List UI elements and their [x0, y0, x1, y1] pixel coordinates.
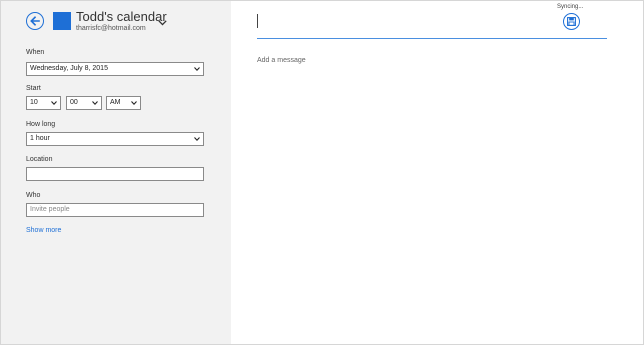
chevron-down-icon — [131, 101, 137, 105]
duration-select[interactable]: 1 hour — [26, 132, 204, 146]
chevron-down-icon — [92, 101, 98, 105]
sync-status: Syncing... — [557, 4, 584, 10]
back-arrow-icon — [30, 16, 40, 26]
calendar-name[interactable]: Todd's calendar — [76, 9, 167, 24]
start-ampm-value: AM — [110, 99, 121, 106]
start-label: Start — [26, 85, 41, 92]
location-input[interactable] — [26, 167, 204, 181]
show-more-link[interactable]: Show more — [26, 227, 61, 234]
title-underline — [257, 38, 607, 39]
save-button[interactable] — [563, 13, 580, 30]
chevron-down-icon — [194, 137, 200, 141]
start-minute-value: 00 — [70, 99, 78, 106]
when-date-select[interactable]: Wednesday, July 8, 2015 — [26, 62, 204, 76]
calendar-email: tharrisfc@hotmail.com — [76, 25, 146, 32]
invite-people-input[interactable]: Invite people — [26, 203, 204, 217]
how-long-label: How long — [26, 121, 56, 128]
calendar-chevron-down-icon[interactable] — [158, 13, 167, 31]
start-hour-select[interactable]: 10 — [26, 96, 61, 110]
chevron-down-icon — [194, 67, 200, 71]
location-label: Location — [26, 156, 53, 163]
calendar-color-swatch — [53, 12, 71, 30]
event-title-input[interactable] — [257, 14, 258, 28]
start-ampm-select[interactable]: AM — [106, 96, 141, 110]
chevron-down-icon — [51, 101, 57, 105]
start-minute-select[interactable]: 00 — [66, 96, 102, 110]
start-hour-value: 10 — [30, 99, 38, 106]
duration-value: 1 hour — [30, 135, 50, 142]
save-icon — [567, 17, 576, 26]
invite-people-placeholder: Invite people — [30, 206, 70, 213]
back-button[interactable] — [26, 12, 44, 30]
message-input[interactable]: Add a message — [257, 57, 306, 64]
when-date-value: Wednesday, July 8, 2015 — [30, 65, 108, 72]
who-label: Who — [26, 192, 41, 199]
when-label: When — [26, 49, 45, 56]
